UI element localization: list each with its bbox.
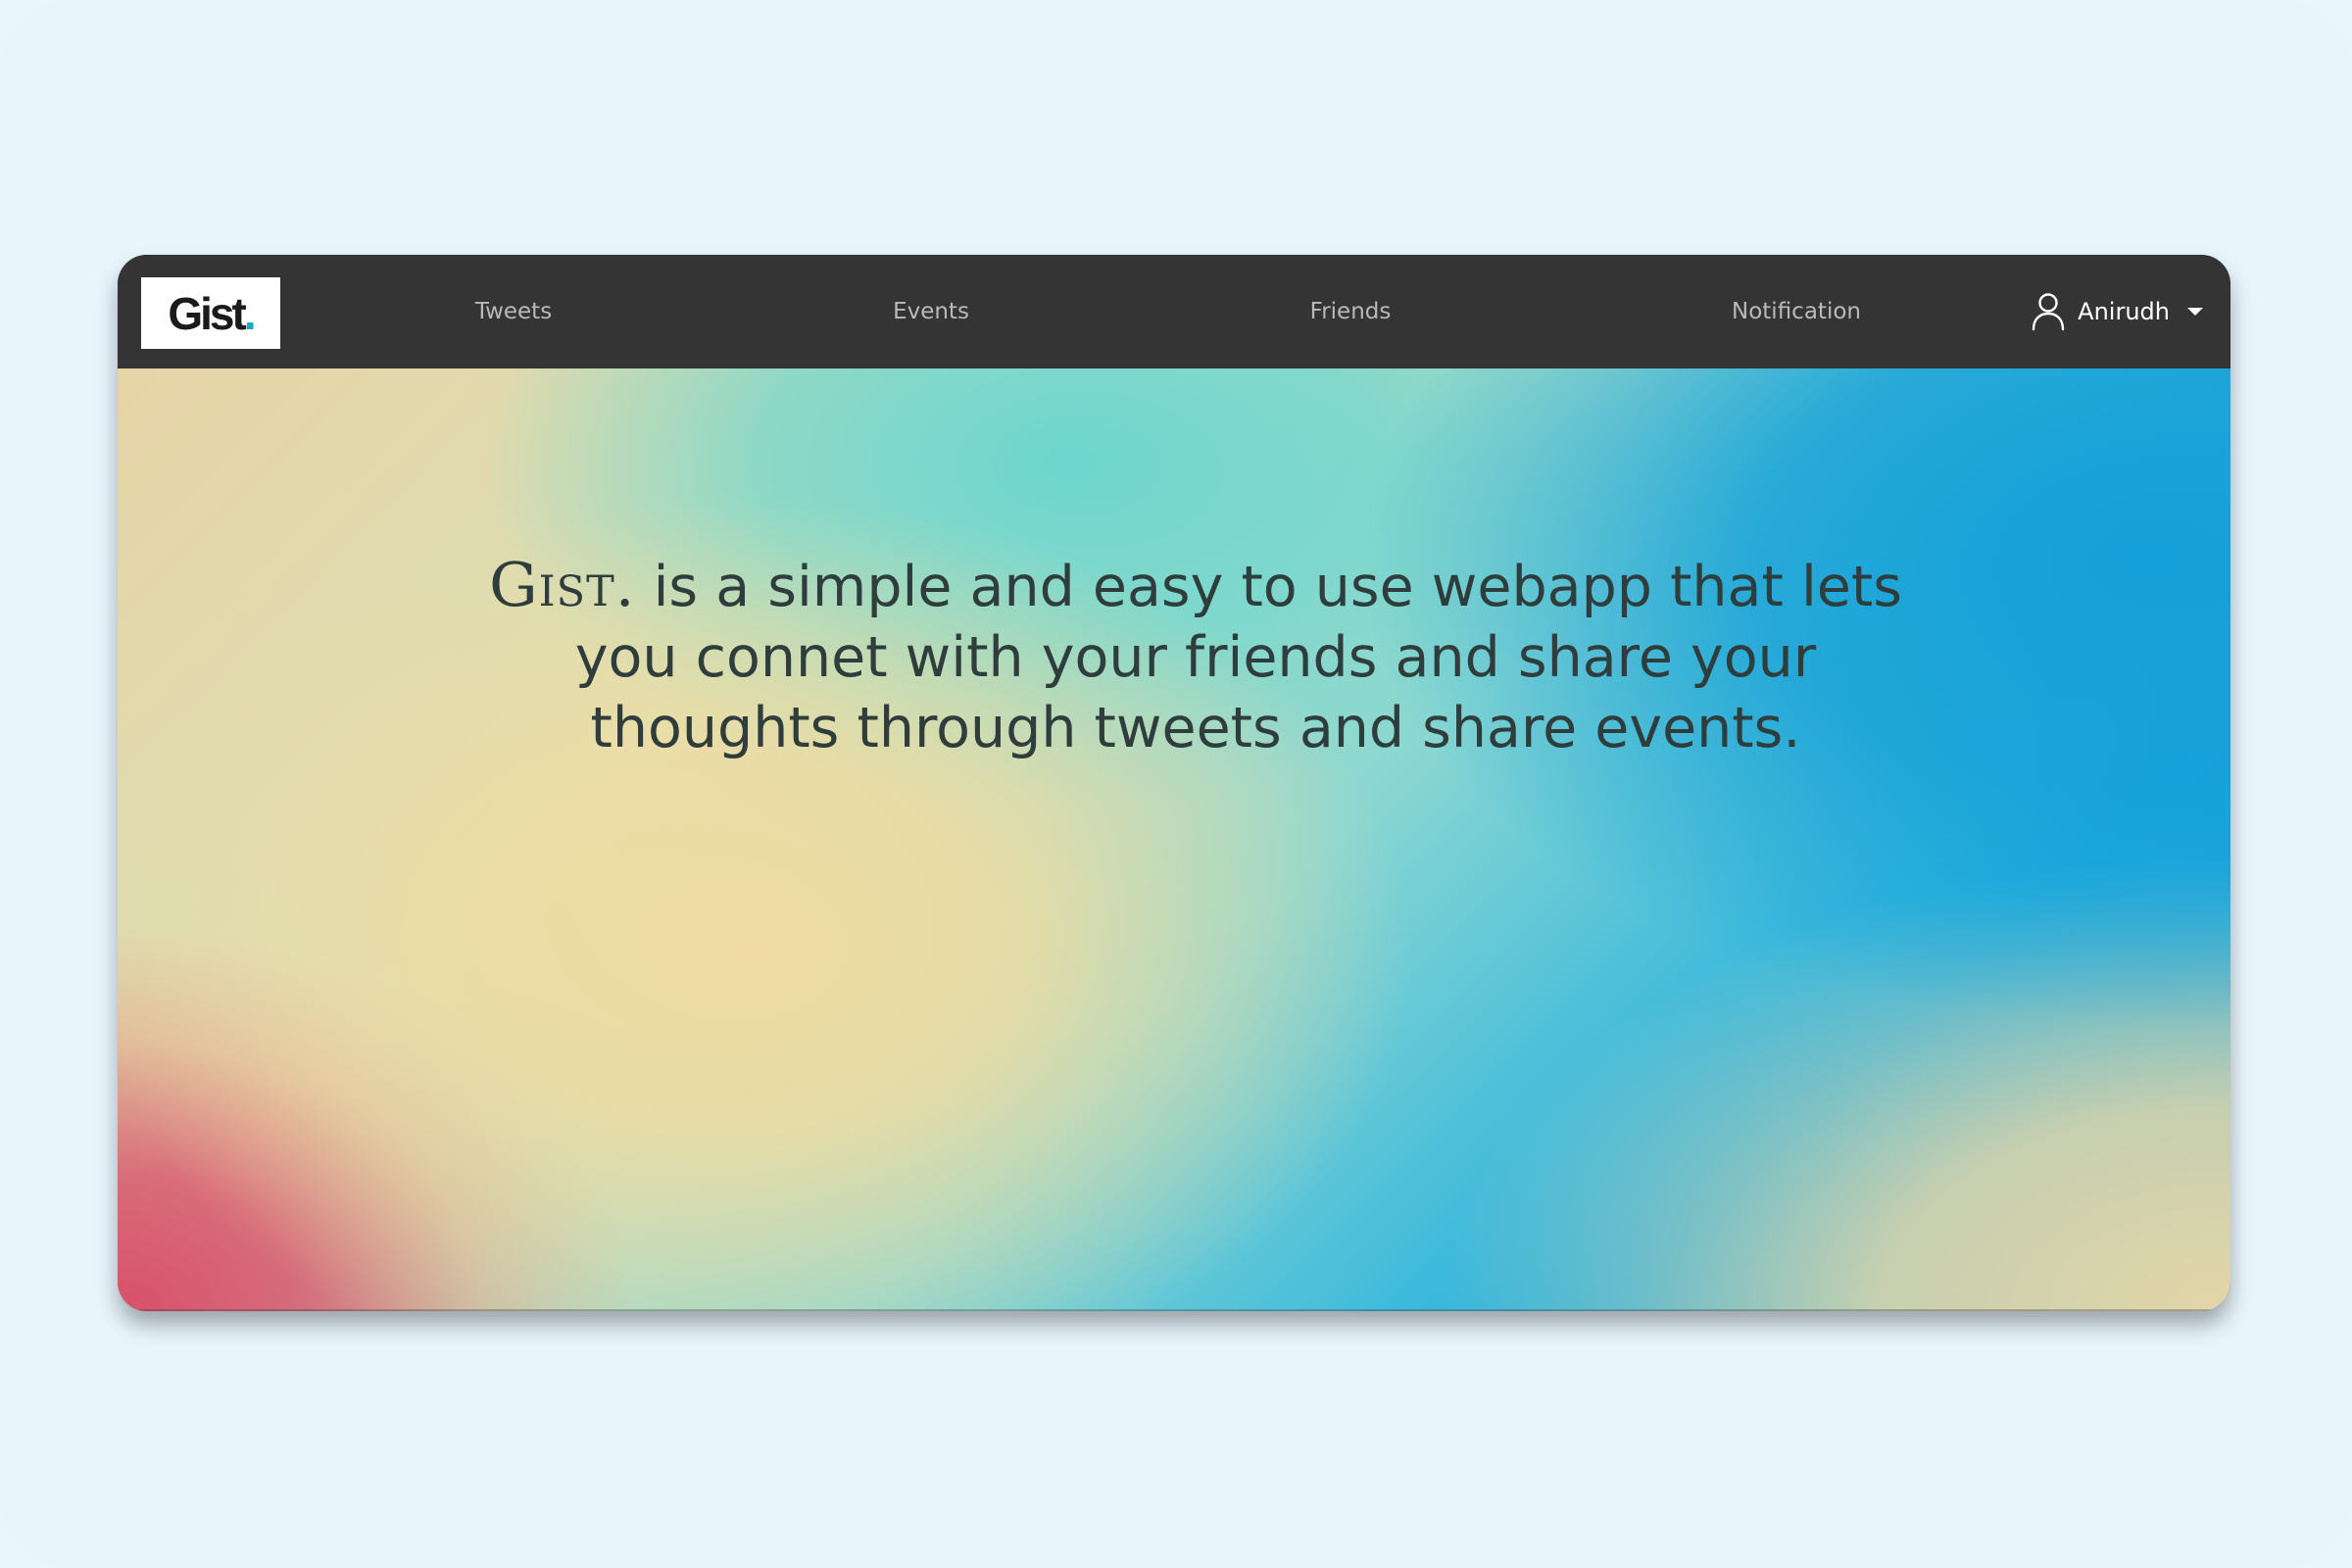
hero-section: Gist. is a simple and easy to use webapp… xyxy=(118,368,2230,1311)
user-name: Anirudh xyxy=(2078,298,2170,325)
user-icon xyxy=(2032,293,2065,331)
hero-description-text: is a simple and easy to use webapp that … xyxy=(574,555,1902,760)
navbar: Gist. Tweets Events Friends Notification… xyxy=(118,255,2230,368)
logo-text: Gist. xyxy=(168,287,257,339)
user-menu-dropdown[interactable]: Anirudh xyxy=(2031,255,2203,368)
app-window: Gist. Tweets Events Friends Notification… xyxy=(118,255,2230,1311)
hero-description: Gist. is a simple and easy to use webapp… xyxy=(451,550,1940,763)
nav-item-friends[interactable]: Friends xyxy=(1310,255,1392,368)
caret-down-icon xyxy=(2187,308,2203,316)
hero-brand: Gist. xyxy=(489,549,636,620)
divider xyxy=(118,1309,2230,1311)
nav-item-events[interactable]: Events xyxy=(893,255,969,368)
logo[interactable]: Gist. xyxy=(141,277,280,349)
nav-item-notification[interactable]: Notification xyxy=(1732,255,1861,368)
logo-dot: . xyxy=(243,287,257,339)
nav-item-tweets[interactable]: Tweets xyxy=(475,255,552,368)
page-background: Gist. Tweets Events Friends Notification… xyxy=(0,0,2352,1568)
